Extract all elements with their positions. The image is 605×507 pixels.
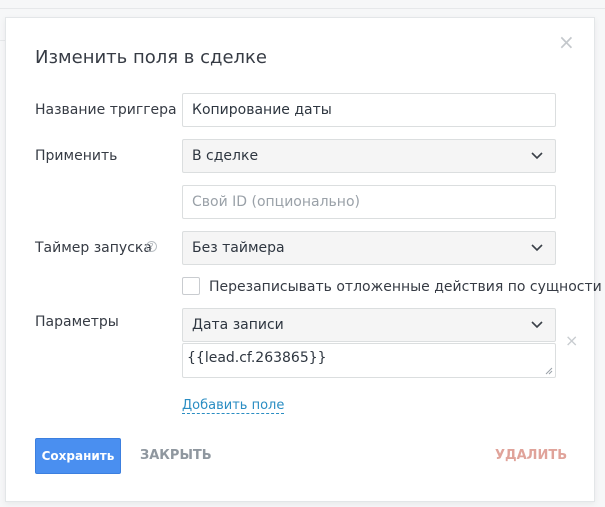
overwrite-checkbox-label[interactable]: Перезаписывать отложенные действия по су… — [209, 279, 602, 295]
remove-param-icon[interactable]: × — [565, 333, 578, 349]
trigger-name-label: Название триггера — [35, 102, 177, 118]
chevron-down-icon — [531, 321, 543, 329]
resize-grip-icon[interactable] — [545, 367, 553, 375]
timer-select[interactable]: Без таймера — [182, 231, 556, 265]
params-template-textarea[interactable]: {{lead.cf.263865}} — [182, 343, 556, 378]
timer-label: Таймер запуска — [35, 240, 152, 256]
params-label: Параметры — [35, 314, 119, 330]
chevron-down-icon — [531, 152, 543, 160]
save-button[interactable]: Сохранить — [35, 438, 121, 474]
chevron-down-icon — [531, 244, 543, 252]
delete-button[interactable]: УДАЛИТЬ — [495, 448, 567, 463]
params-template-value: {{lead.cf.263865}} — [187, 350, 327, 366]
apply-select-value: В сделке — [192, 148, 259, 164]
custom-id-placeholder: Свой ID (опционально) — [192, 194, 360, 210]
apply-label: Применить — [35, 148, 118, 164]
background-divider — [0, 8, 605, 9]
trigger-name-input[interactable]: Копирование даты — [182, 93, 556, 127]
dialog-title: Изменить поля в сделке — [35, 47, 268, 68]
apply-select[interactable]: В сделке — [182, 139, 556, 173]
add-field-link[interactable]: Добавить поле — [182, 398, 285, 414]
overwrite-checkbox[interactable] — [182, 277, 200, 295]
timer-select-value: Без таймера — [192, 240, 285, 256]
help-icon[interactable]: ? — [146, 241, 157, 252]
params-field-select[interactable]: Дата записи — [182, 308, 556, 342]
close-button[interactable]: ЗАКРЫТЬ — [140, 448, 212, 463]
custom-id-input[interactable]: Свой ID (опционально) — [182, 185, 556, 219]
close-icon[interactable]: × — [558, 32, 575, 52]
params-field-value: Дата записи — [192, 317, 284, 333]
